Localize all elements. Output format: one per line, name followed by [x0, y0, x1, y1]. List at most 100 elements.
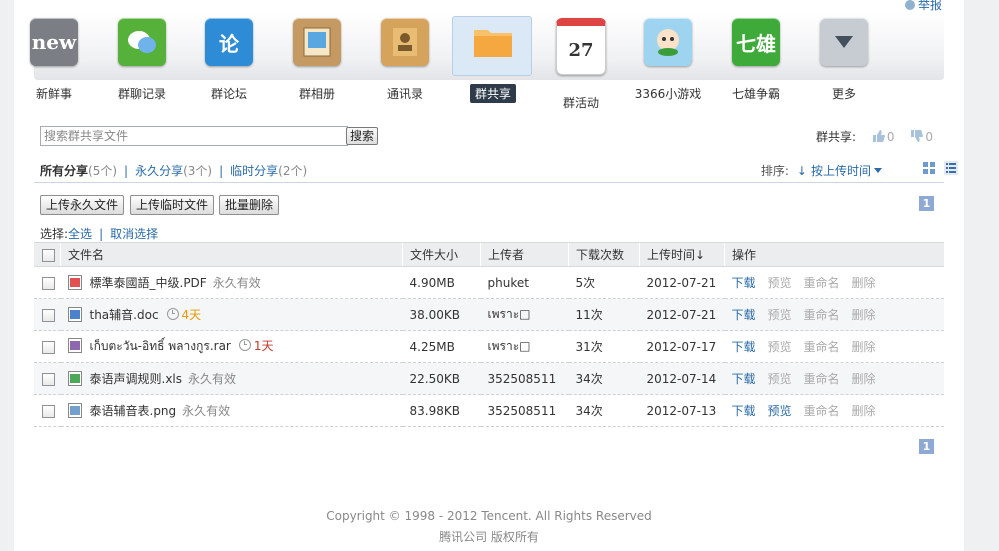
row-checkbox[interactable] [42, 404, 55, 418]
file-size: 83.98KB [402, 394, 481, 427]
cancel-selection-link[interactable]: 取消选择 [110, 227, 158, 241]
preview-link[interactable]: 预览 [768, 404, 792, 418]
sort-control: 排序: ↓ 按上传时间 [761, 162, 882, 179]
file-upload-date: 2012-07-14 [639, 362, 725, 395]
doc-file-icon [67, 307, 82, 322]
app-game-3366[interactable]: 3366小游戏 [629, 14, 707, 103]
clock-icon [238, 339, 251, 351]
tab-temporary-shares[interactable]: 临时分享 [230, 164, 278, 178]
row-checkbox[interactable] [42, 308, 55, 322]
table-row[interactable]: tha辅音.doc 4天 38.00KB เพราะ□ 11次 2012-07-21 下载预… [34, 298, 944, 331]
column-header-time[interactable]: 上传时间↓ [639, 242, 725, 267]
rename-link: 重命名 [803, 276, 840, 290]
download-link[interactable]: 下载 [732, 372, 756, 386]
preview-link: 预览 [767, 276, 792, 290]
select-all-link[interactable]: 全选 [68, 227, 92, 241]
download-link[interactable]: 下载 [732, 340, 756, 354]
column-header-uploader[interactable]: 上传者 [480, 242, 569, 267]
calendar-icon: 27 [556, 18, 606, 75]
search-input[interactable] [40, 126, 348, 146]
download-link[interactable]: 下载 [732, 308, 756, 322]
rating-label: 群共享: [816, 130, 857, 144]
app-calendar[interactable]: 27 群活动 [542, 14, 620, 112]
thumbs-up-icon[interactable] [872, 130, 885, 142]
share-rating: 群共享: 0 0 [816, 128, 933, 145]
table-row[interactable]: 泰语声调规则.xls 永久有效 22.50KB 352508511 34次 2012-07… [34, 362, 944, 395]
upload-permanent-button[interactable]: 上传永久文件 [40, 195, 125, 215]
table-row[interactable]: เก็บตะวัน-อิทธิ์ พลางกูร.rar 1天 4.25MB เพรา… [34, 330, 944, 363]
new-icon: new [30, 18, 78, 66]
upload-temp-button[interactable]: 上传临时文件 [130, 195, 215, 215]
report-icon [904, 0, 915, 10]
column-header-size[interactable]: 文件大小 [402, 242, 481, 267]
delete-link: 删除 [851, 308, 876, 322]
thumbs-down-icon[interactable] [910, 130, 924, 142]
tab-all-shares[interactable]: 所有分享 [40, 164, 88, 178]
app-contacts[interactable]: 通讯录 [366, 14, 444, 103]
preview-link: 预览 [767, 372, 792, 386]
file-uploader: เพราะ□ [480, 330, 569, 363]
qixiong-icon: 七雄 [732, 18, 780, 66]
column-header-name[interactable]: 文件名 [60, 242, 403, 267]
batch-delete-button[interactable]: 批量删除 [219, 195, 280, 215]
delete-link: 删除 [851, 340, 876, 354]
app-forum[interactable]: 论群论坛 [190, 14, 268, 103]
app-new[interactable]: new 新鲜事 [15, 14, 93, 103]
tab-permanent-shares[interactable]: 永久分享 [135, 164, 183, 178]
app-more[interactable]: 更多 [805, 14, 883, 103]
file-downloads: 34次 [568, 362, 640, 395]
permanent-shares-count: (3个) [183, 164, 213, 178]
table-row[interactable]: 標準泰國語_中级.PDF 永久有效 4.90MB phuket 5次 2012-07-21… [34, 266, 944, 299]
all-shares-count: (5个) [88, 164, 118, 178]
folder-icon [469, 18, 517, 66]
file-name[interactable]: เก็บตะวัน-อิทธิ์ พลางกูร.rar [90, 339, 231, 353]
column-header-ops: 操作 [724, 242, 944, 267]
download-link[interactable]: 下载 [732, 276, 756, 290]
app-folder[interactable]: 群共享 [452, 14, 532, 103]
file-size: 4.25MB [402, 330, 481, 363]
select-all-checkbox[interactable] [42, 248, 55, 262]
delete-link: 删除 [851, 276, 876, 290]
album-icon [293, 18, 341, 66]
thumbs-up-count: 0 [886, 130, 895, 144]
png-file-icon [67, 403, 82, 418]
separator: | [219, 164, 224, 178]
download-link[interactable]: 下载 [732, 404, 756, 418]
file-name[interactable]: 泰语声调规则.xls [90, 372, 183, 386]
app-label: 群论坛 [210, 87, 247, 101]
file-expiry: 4天 [181, 308, 202, 322]
separator: | [99, 227, 104, 241]
file-uploader: phuket [480, 266, 569, 299]
file-size: 4.90MB [402, 266, 481, 299]
app-qixiong[interactable]: 七雄 七雄争霸 [717, 14, 795, 103]
list-view-icon[interactable] [944, 161, 958, 175]
file-name[interactable]: 標準泰國語_中级.PDF [90, 276, 207, 290]
contacts-icon [381, 18, 429, 66]
file-size: 22.50KB [402, 362, 481, 395]
selection-controls: 选择:全选 | 取消选择 [40, 225, 158, 242]
row-checkbox[interactable] [42, 276, 55, 290]
column-header-downloads[interactable]: 下载次数 [568, 242, 640, 267]
page-number-top[interactable]: 1 [919, 196, 934, 211]
footer: Copyright © 1998 - 2012 Tencent. All Rig… [14, 506, 964, 548]
page-number-bottom[interactable]: 1 [919, 439, 934, 454]
row-checkbox[interactable] [42, 340, 55, 354]
row-checkbox[interactable] [42, 372, 55, 386]
search-button[interactable]: 搜索 [346, 127, 379, 145]
report-link-label[interactable]: 举报 [918, 0, 942, 12]
file-downloads: 31次 [568, 330, 640, 363]
file-uploader: เพราะ□ [480, 298, 569, 331]
file-name[interactable]: tha辅音.doc [90, 308, 159, 322]
app-label: 通讯录 [386, 87, 423, 101]
separator: | [124, 164, 129, 178]
file-name[interactable]: 泰语辅音表.png [90, 404, 177, 418]
app-chat-record[interactable]: 群聊记录 [103, 14, 181, 103]
table-row[interactable]: 泰语辅音表.png 永久有效 83.98KB 352508511 34次 2012-07-… [34, 394, 944, 427]
company-text: 腾讯公司 版权所有 [439, 530, 539, 544]
temporary-shares-count: (2个) [278, 164, 308, 178]
sort-dropdown[interactable]: 按上传时间 [811, 164, 882, 178]
rar-file-icon [67, 338, 82, 353]
app-album[interactable]: 群相册 [278, 14, 356, 103]
file-downloads: 34次 [568, 394, 640, 427]
grid-view-icon[interactable] [922, 161, 936, 175]
